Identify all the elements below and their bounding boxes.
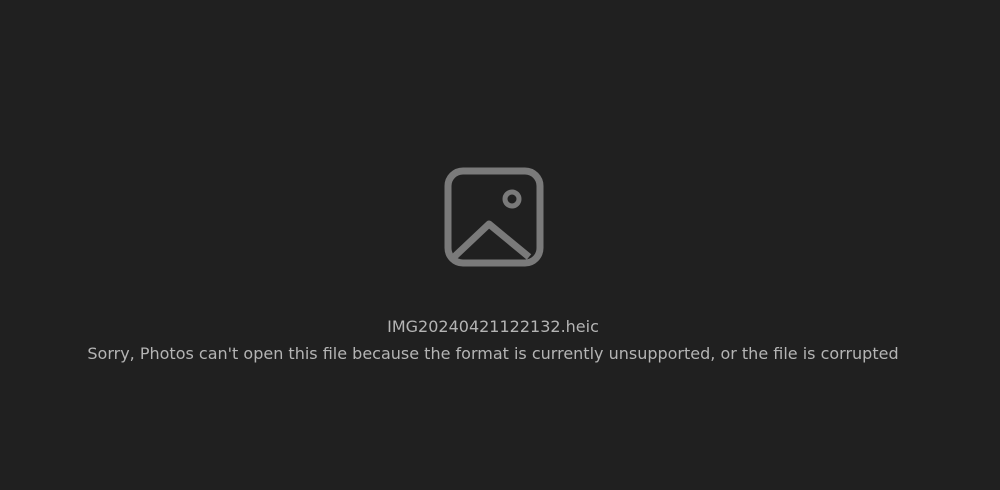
image-placeholder-icon (444, 167, 544, 267)
photo-viewer: IMG20240421122132.heic Sorry, Photos can… (0, 0, 1000, 490)
file-name: IMG20240421122132.heic (387, 317, 599, 336)
error-message: Sorry, Photos can't open this file becau… (87, 344, 899, 363)
